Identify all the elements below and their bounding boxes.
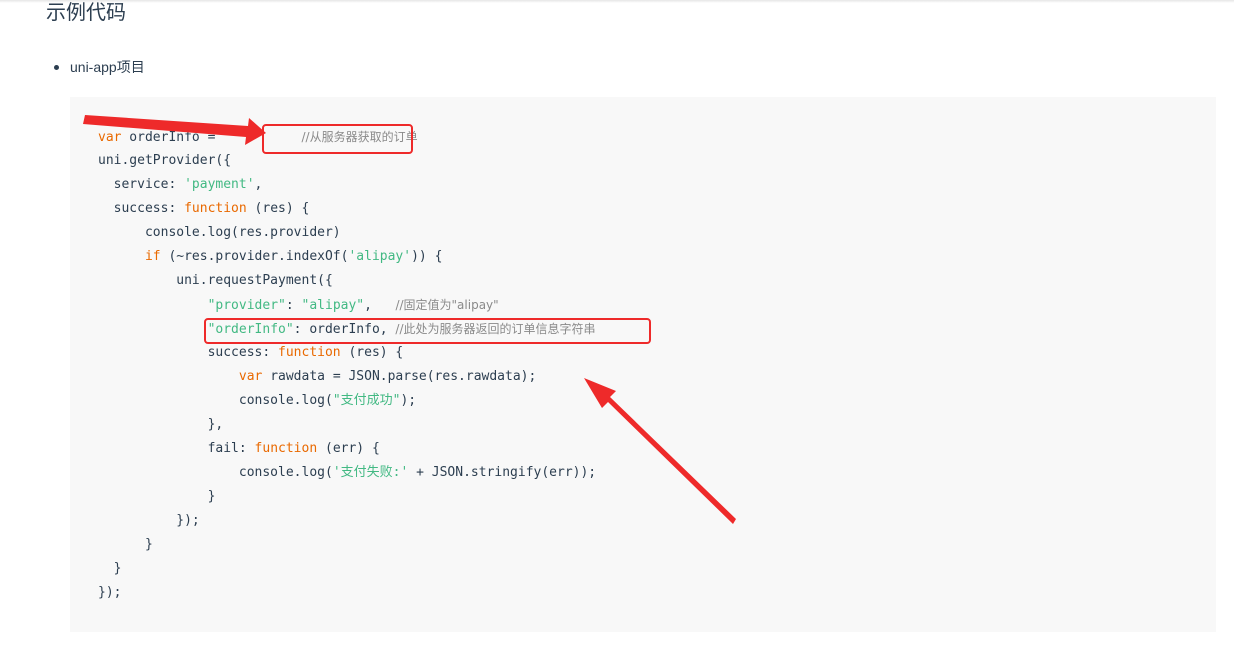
page-title: 示例代码 xyxy=(46,2,126,24)
code-line: service: 'payment', xyxy=(98,173,596,197)
bullet-list: uni-app项目 xyxy=(54,56,145,78)
code-content[interactable]: var orderInfo = //从服务器获取的订单 uni.getProvid… xyxy=(98,125,596,605)
code-token: '支付失败:' xyxy=(332,465,409,480)
code-token: (~res.provider.indexOf( xyxy=(160,249,349,264)
code-line: success: function (res) { xyxy=(98,197,596,221)
code-token: fail: xyxy=(98,441,255,456)
code-line: } xyxy=(98,485,596,509)
code-token: } xyxy=(98,537,153,552)
code-line: var rawdata = JSON.parse(res.rawdata); xyxy=(98,365,596,389)
annotation-box-orderinfo-comment xyxy=(262,124,413,154)
code-token: var xyxy=(98,130,122,145)
code-line: fail: function (err) { xyxy=(98,437,596,461)
code-token: uni.requestPayment({ xyxy=(98,273,333,288)
code-token: )) { xyxy=(411,249,443,264)
code-token: "支付成功" xyxy=(332,393,401,408)
code-token: uni.getProvider({ xyxy=(98,153,232,168)
code-token: var xyxy=(238,369,263,384)
code-token: 'payment' xyxy=(184,177,255,192)
list-item-label: uni-app项目 xyxy=(70,59,145,75)
code-token: "alipay" xyxy=(301,298,365,313)
code-token: if xyxy=(144,249,161,264)
code-token: console.log( xyxy=(98,393,333,408)
code-token: }); xyxy=(98,585,122,600)
bullet-dot-icon xyxy=(54,65,59,70)
code-line: success: function (res) { xyxy=(98,341,596,365)
code-line: console.log('支付失败:' + JSON.stringify(err… xyxy=(98,461,596,485)
code-line: } xyxy=(98,533,596,557)
code-token: //固定值为"alipay" xyxy=(395,298,499,312)
code-token: } xyxy=(98,561,122,576)
code-line: uni.requestPayment({ xyxy=(98,269,596,293)
code-line: }); xyxy=(98,509,596,533)
code-token: (res) { xyxy=(340,345,404,360)
code-token: ); xyxy=(400,393,417,408)
code-token: , xyxy=(364,298,396,313)
code-token: , xyxy=(254,177,263,192)
code-token: } xyxy=(98,489,216,504)
code-token: function xyxy=(254,441,318,456)
list-item: uni-app项目 xyxy=(54,56,145,78)
code-token: : xyxy=(285,298,302,313)
code-line: console.log(res.provider) xyxy=(98,221,596,245)
code-line: console.log("支付成功"); xyxy=(98,389,596,413)
code-token: function xyxy=(184,201,247,216)
code-token: service: xyxy=(98,177,185,192)
code-token: + JSON.stringify(err)); xyxy=(408,465,597,480)
code-block[interactable]: var orderInfo = //从服务器获取的订单 uni.getProvid… xyxy=(70,97,1216,632)
code-line: }, xyxy=(98,413,596,437)
code-token: (res) { xyxy=(246,201,310,216)
code-token: function xyxy=(278,345,341,360)
code-token: success: xyxy=(98,345,279,360)
code-token: }); xyxy=(98,513,200,528)
code-line: } xyxy=(98,557,596,581)
annotation-box-orderinfo-line xyxy=(204,318,651,344)
code-token: (err) { xyxy=(317,441,380,456)
code-token: success: xyxy=(98,201,185,216)
code-token: console.log(res.provider) xyxy=(98,225,341,240)
top-edge-shadow xyxy=(0,0,1234,3)
code-token: console.log( xyxy=(98,465,333,480)
code-token: }, xyxy=(98,417,224,432)
code-token: "provider" xyxy=(207,298,286,313)
code-token: 'alipay' xyxy=(348,249,412,264)
code-token: rawdata = JSON.parse(res.rawdata); xyxy=(262,369,537,384)
code-line: }); xyxy=(98,581,596,605)
code-token: orderInfo = xyxy=(121,130,224,145)
code-line: "provider": "alipay", //固定值为"alipay" xyxy=(98,293,596,317)
code-line: if (~res.provider.indexOf('alipay')) { xyxy=(98,245,596,269)
